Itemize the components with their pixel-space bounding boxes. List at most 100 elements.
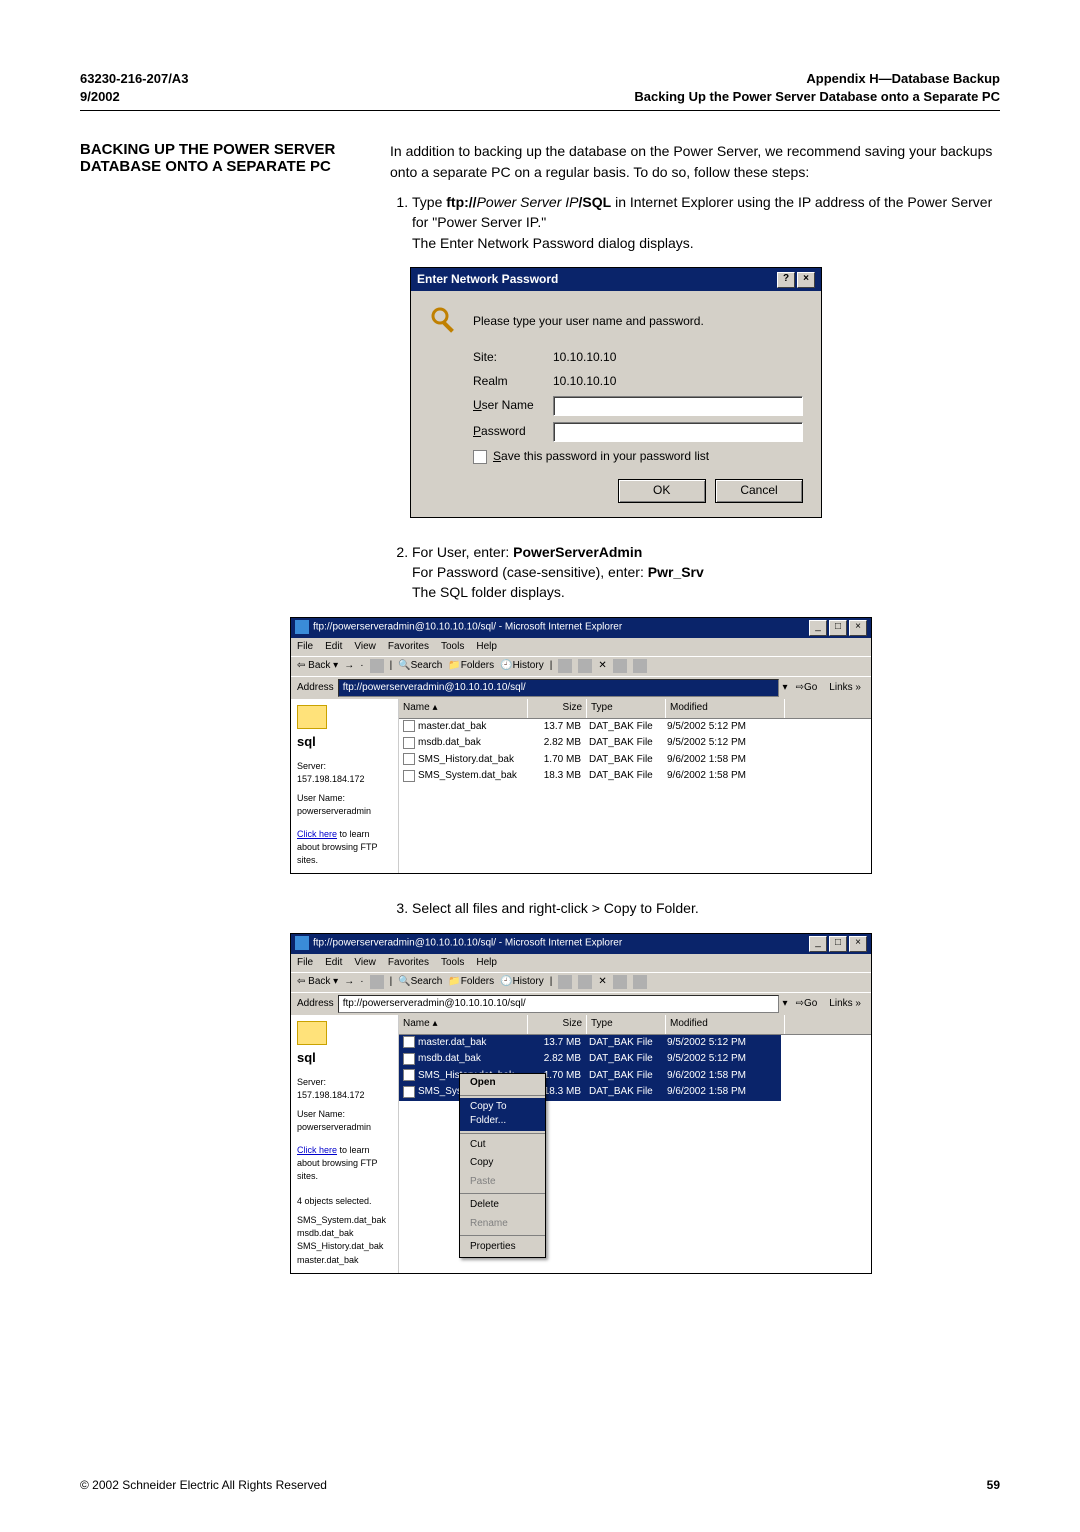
file-icon [403, 1069, 415, 1081]
menu-tools[interactable]: Tools [441, 640, 464, 655]
menu-cut[interactable]: Cut [460, 1136, 545, 1155]
menu-edit[interactable]: Edit [325, 956, 342, 971]
doc-date: 9/2002 [80, 88, 188, 106]
ie-icon [295, 936, 309, 950]
doc-number: 63230-216-207/A3 [80, 70, 188, 88]
history-button[interactable]: 🕘History [500, 659, 544, 674]
address-input[interactable]: ftp://powerserveradmin@10.10.10.10/sql/ [338, 679, 779, 698]
col-size[interactable]: Size [528, 1015, 587, 1034]
back-button[interactable]: ⇦ Back ▾ [297, 975, 338, 990]
maximize-icon[interactable]: □ [829, 936, 847, 952]
menu-open[interactable]: Open [460, 1074, 545, 1093]
page-number: 59 [987, 1478, 1000, 1492]
menu-tools[interactable]: Tools [441, 956, 464, 971]
site-value: 10.10.10.10 [553, 349, 616, 366]
tool-icon[interactable] [558, 975, 572, 989]
tool-icon[interactable] [558, 659, 572, 673]
folder-icon [297, 1021, 327, 1045]
address-label: Address [297, 681, 334, 696]
address-dropdown-icon[interactable]: ▾ [783, 681, 788, 696]
tool-icon[interactable] [613, 659, 627, 673]
menu-view[interactable]: View [354, 956, 376, 971]
click-here-link[interactable]: Click here [297, 829, 337, 839]
tool-icon[interactable]: ✕ [598, 975, 606, 990]
search-button[interactable]: 🔍Search [398, 975, 442, 990]
address-dropdown-icon[interactable]: ▾ [783, 997, 788, 1012]
minimize-icon[interactable]: _ [809, 936, 827, 952]
tool-icon[interactable] [613, 975, 627, 989]
folder-name: sql [297, 1049, 392, 1068]
tool-icon[interactable] [578, 659, 592, 673]
col-size[interactable]: Size [528, 699, 587, 718]
folders-button[interactable]: 📁Folders [448, 659, 494, 674]
back-button[interactable]: ⇦ Back ▾ [297, 659, 338, 674]
realm-value: 10.10.10.10 [553, 373, 616, 390]
tool-icon[interactable] [578, 975, 592, 989]
up-icon[interactable] [370, 659, 384, 673]
tool-icon[interactable]: ✕ [598, 659, 606, 674]
col-type[interactable]: Type [587, 699, 666, 718]
file-row[interactable]: SMS_History.dat_bak1.70 MBDAT_BAK File9/… [399, 752, 871, 769]
history-button[interactable]: 🕘History [500, 975, 544, 990]
help-icon[interactable]: ? [777, 272, 795, 288]
close-icon[interactable]: × [797, 272, 815, 288]
go-button[interactable]: ⇨Go [792, 680, 822, 697]
address-input[interactable]: ftp://powerserveradmin@10.10.10.10/sql/ [338, 995, 779, 1014]
forward-button[interactable]: → [344, 659, 354, 674]
close-icon[interactable]: × [849, 936, 867, 952]
step-1-result: The Enter Network Password dialog displa… [412, 233, 1000, 253]
realm-label: Realm [473, 373, 553, 390]
tool-icon[interactable] [633, 659, 647, 673]
menu-rename: Rename [460, 1215, 545, 1234]
close-icon[interactable]: × [849, 620, 867, 636]
minimize-icon[interactable]: _ [809, 620, 827, 636]
up-icon[interactable] [370, 975, 384, 989]
server-info: Server: 157.198.184.172 [297, 760, 392, 786]
ie-window-2: ftp://powerserveradmin@10.10.10.10/sql/ … [290, 933, 872, 1274]
col-modified[interactable]: Modified [666, 699, 785, 718]
username-label: UUser Nameser Name [473, 397, 553, 414]
search-button[interactable]: 🔍Search [398, 659, 442, 674]
links-button[interactable]: Links » [825, 680, 865, 697]
col-name[interactable]: Name ▴ [399, 699, 528, 718]
menu-file[interactable]: File [297, 956, 313, 971]
menu-help[interactable]: Help [476, 640, 497, 655]
menu-edit[interactable]: Edit [325, 640, 342, 655]
password-dialog: Enter Network Password ? × Please [410, 267, 822, 518]
address-label: Address [297, 997, 334, 1012]
menu-file[interactable]: File [297, 640, 313, 655]
file-row[interactable]: master.dat_bak13.7 MBDAT_BAK File9/5/200… [399, 719, 871, 736]
file-row[interactable]: master.dat_bak13.7 MBDAT_BAK File9/5/200… [399, 1035, 871, 1052]
file-icon [403, 753, 415, 765]
file-row[interactable]: msdb.dat_bak2.82 MBDAT_BAK File9/5/2002 … [399, 1051, 871, 1068]
go-button[interactable]: ⇨Go [792, 996, 822, 1013]
menu-copy-to-folder[interactable]: Copy To Folder... [460, 1098, 545, 1131]
cancel-button[interactable]: Cancel [715, 479, 803, 502]
menu-favorites[interactable]: Favorites [388, 956, 429, 971]
menu-help[interactable]: Help [476, 956, 497, 971]
password-input[interactable] [553, 422, 803, 442]
menu-favorites[interactable]: Favorites [388, 640, 429, 655]
maximize-icon[interactable]: □ [829, 620, 847, 636]
selected-file-name: SMS_System.dat_bak [297, 1214, 392, 1227]
menu-view[interactable]: View [354, 640, 376, 655]
file-row[interactable]: msdb.dat_bak2.82 MBDAT_BAK File9/5/2002 … [399, 735, 871, 752]
save-password-checkbox[interactable] [473, 450, 487, 464]
folder-name: sql [297, 733, 392, 752]
file-row[interactable]: SMS_System.dat_bak18.3 MBDAT_BAK File9/6… [399, 768, 871, 785]
links-button[interactable]: Links » [825, 996, 865, 1013]
forward-button[interactable]: → [344, 975, 354, 990]
ok-button[interactable]: OK [618, 479, 706, 502]
username-input[interactable] [553, 396, 803, 416]
tool-icon[interactable] [633, 975, 647, 989]
folders-button[interactable]: 📁Folders [448, 975, 494, 990]
file-icon [403, 1086, 415, 1098]
menu-properties[interactable]: Properties [460, 1238, 545, 1257]
col-type[interactable]: Type [587, 1015, 666, 1034]
ie-titlebar: ftp://powerserveradmin@10.10.10.10/sql/ … [291, 934, 871, 954]
col-modified[interactable]: Modified [666, 1015, 785, 1034]
menu-copy[interactable]: Copy [460, 1154, 545, 1173]
click-here-link[interactable]: Click here [297, 1145, 337, 1155]
menu-delete[interactable]: Delete [460, 1196, 545, 1215]
col-name[interactable]: Name ▴ [399, 1015, 528, 1034]
